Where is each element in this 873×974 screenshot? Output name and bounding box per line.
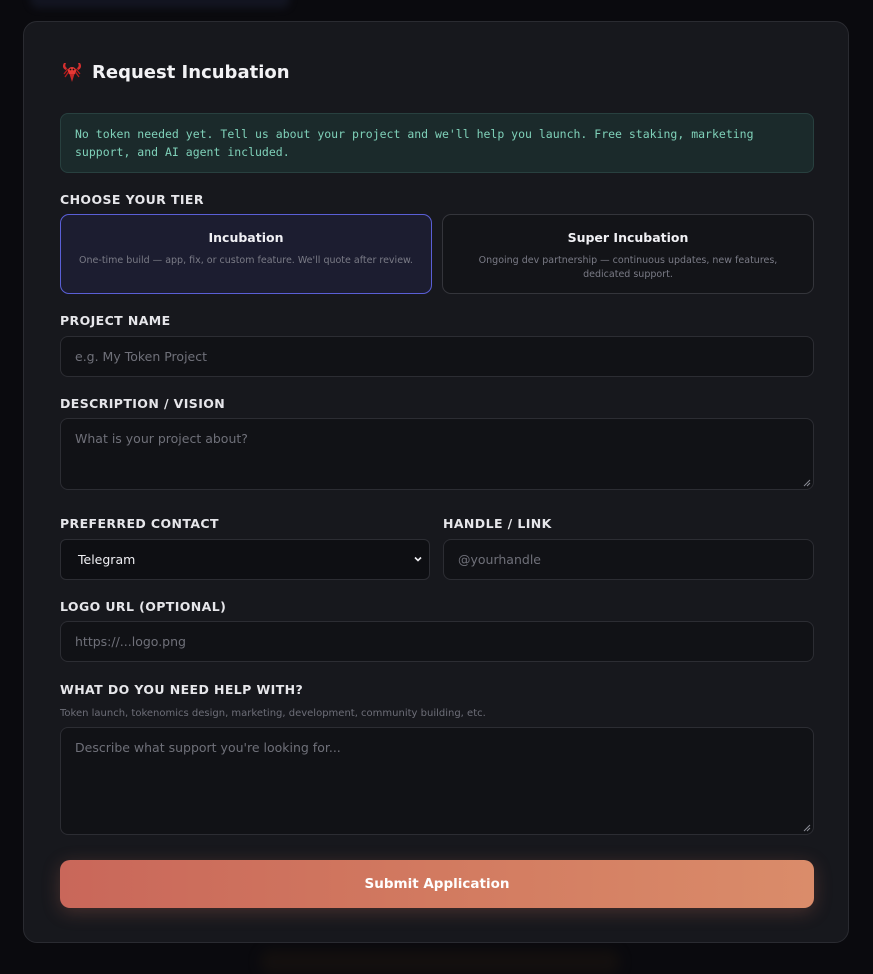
chevron-down-icon <box>414 556 422 562</box>
info-notice: No token needed yet. Tell us about your … <box>60 113 814 173</box>
resize-grip-icon[interactable] <box>803 479 811 487</box>
tier-description: One-time build — app, fix, or custom fea… <box>79 255 413 266</box>
card-header: Request Incubation <box>60 60 290 84</box>
help-placeholder: Describe what support you're looking for… <box>75 740 341 755</box>
description-label: DESCRIPTION / VISION <box>60 396 226 411</box>
logo-url-label: LOGO URL (OPTIONAL) <box>60 599 227 614</box>
incubation-form-card: Request Incubation No token needed yet. … <box>23 21 849 943</box>
bottom-decoration <box>260 950 620 974</box>
contact-select[interactable]: Telegram <box>60 539 430 580</box>
help-label: WHAT DO YOU NEED HELP WITH? <box>60 682 304 697</box>
resize-grip-icon[interactable] <box>803 824 811 832</box>
description-placeholder: What is your project about? <box>75 431 248 446</box>
contact-selected-value: Telegram <box>78 552 136 567</box>
tier-title: Incubation <box>208 230 284 245</box>
project-name-label: PROJECT NAME <box>60 313 171 328</box>
tier-option-super-incubation[interactable]: Super Incubation Ongoing dev partnership… <box>442 214 814 294</box>
tier-option-incubation[interactable]: Incubation One-time build — app, fix, or… <box>60 214 432 294</box>
tier-label: CHOOSE YOUR TIER <box>60 192 204 207</box>
logo-url-input[interactable]: https://...logo.png <box>60 621 814 662</box>
help-hint: Token launch, tokenomics design, marketi… <box>60 708 486 719</box>
lobster-icon <box>60 60 84 84</box>
description-textarea[interactable]: What is your project about? <box>60 418 814 490</box>
tier-description: Ongoing dev partnership — continuous upd… <box>478 255 778 280</box>
form-title: Request Incubation <box>92 61 290 83</box>
submit-button[interactable]: Submit Application <box>60 860 814 908</box>
handle-input[interactable]: @yourhandle <box>443 539 814 580</box>
tier-title: Super Incubation <box>567 230 689 245</box>
contact-label: PREFERRED CONTACT <box>60 516 219 531</box>
project-name-input[interactable]: e.g. My Token Project <box>60 336 814 377</box>
handle-label: HANDLE / LINK <box>443 516 552 531</box>
help-textarea[interactable]: Describe what support you're looking for… <box>60 727 814 835</box>
top-decoration <box>30 0 290 8</box>
